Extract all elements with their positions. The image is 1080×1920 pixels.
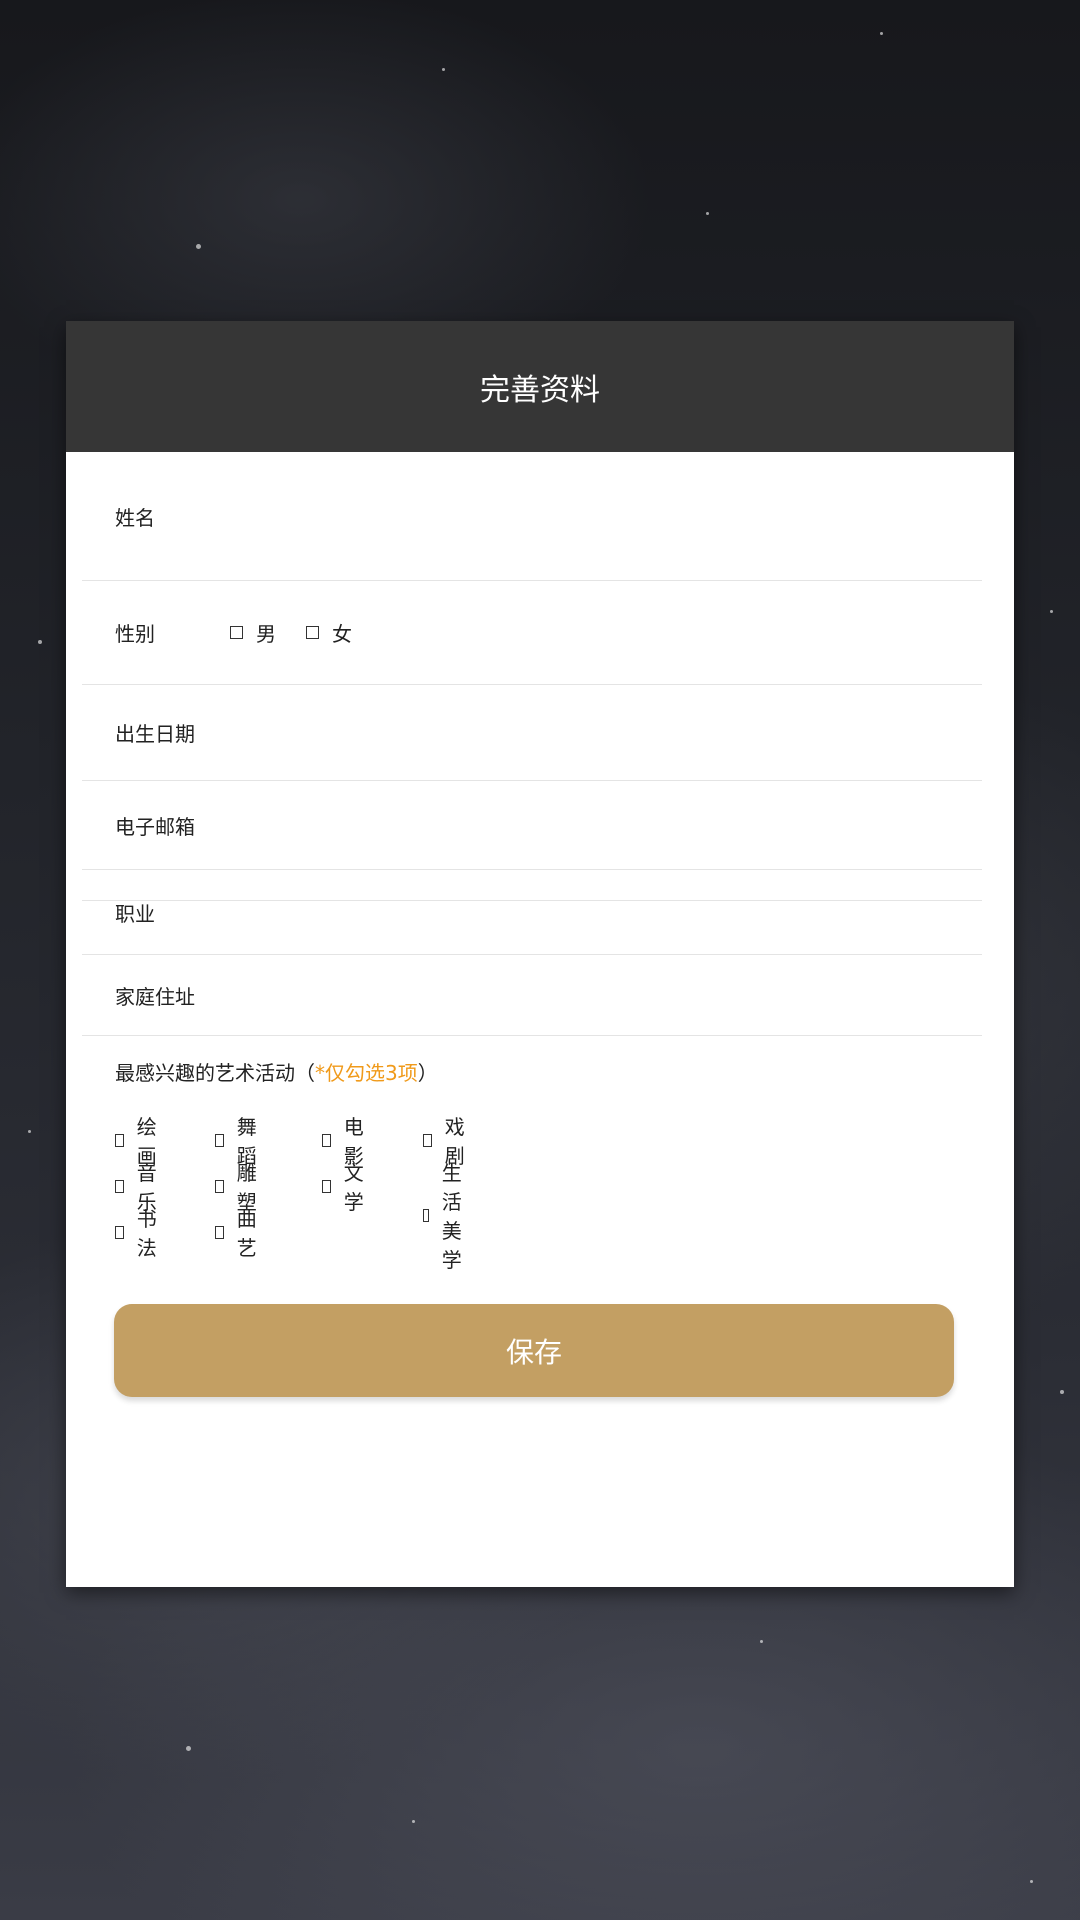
name-label: 姓名 [115,505,155,530]
interest-option-label: 曲艺 [236,1207,257,1260]
interest-option-label: 文学 [343,1161,364,1214]
interest-option-literature[interactable]: 文学 [322,1157,368,1215]
gender-label: 性别 [115,622,155,646]
interests-title: 最感兴趣的艺术活动（*仅勾选3项） [115,1057,438,1086]
checkbox[interactable] [322,1133,331,1147]
gender-option-label: 女 [332,622,352,646]
gender-option-female[interactable]: 女 [306,618,352,647]
interest-option-folk-arts[interactable]: 曲艺 [215,1203,261,1261]
interests-title-text: 最感兴趣的艺术活动（ [115,1061,315,1085]
checkbox[interactable] [423,1208,429,1222]
save-button[interactable]: 保存 [114,1304,954,1397]
interest-option-calligraphy[interactable]: 书法 [115,1203,161,1261]
occupation-field[interactable]: 职业 [82,870,982,955]
occupation-label: 职业 [115,901,155,926]
gender-options: 男 女 [230,581,382,684]
address-field[interactable]: 家庭住址 [82,955,982,1036]
gender-option-label: 男 [256,622,276,646]
address-label: 家庭住址 [115,984,195,1009]
interests-title-close: ） [417,1061,438,1085]
male-checkbox[interactable] [230,626,243,639]
email-label: 电子邮箱 [115,814,195,839]
checkbox[interactable] [215,1133,224,1147]
interest-option-label: 生活美学 [441,1161,462,1272]
page-title: 完善资料 [480,372,600,408]
checkbox[interactable] [215,1225,224,1239]
birthdate-label: 出生日期 [115,722,195,746]
interest-option-life-aesthetics[interactable]: 生活美学 [423,1157,469,1273]
save-button-label: 保存 [505,1335,562,1369]
card-header: 完善资料 [66,321,1014,452]
checkbox[interactable] [115,1225,124,1239]
interests-limit-note: *仅勾选3项 [315,1061,418,1085]
female-checkbox[interactable] [306,626,319,639]
gender-option-male[interactable]: 男 [230,618,276,647]
checkbox[interactable] [215,1179,224,1193]
interest-option-label: 书法 [136,1207,157,1260]
name-field[interactable]: 姓名 [82,452,982,581]
email-field[interactable]: 电子邮箱 [82,781,982,870]
checkbox[interactable] [115,1133,124,1147]
checkbox[interactable] [322,1179,331,1193]
gender-field: 性别 男 女 [82,581,982,685]
checkbox[interactable] [423,1133,432,1147]
birthdate-field[interactable]: 出生日期 [82,685,982,781]
checkbox[interactable] [115,1179,124,1193]
